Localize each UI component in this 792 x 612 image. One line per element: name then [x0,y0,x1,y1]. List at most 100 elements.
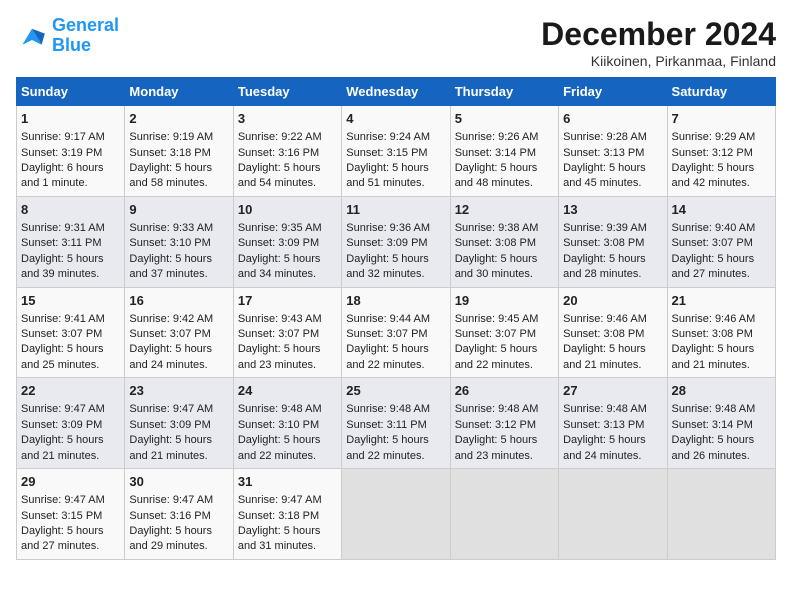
daylight-text: Daylight: 5 hours and 27 minutes. [672,253,755,280]
sunrise-text: Sunrise: 9:43 AM [238,313,322,325]
sunrise-text: Sunrise: 9:47 AM [238,494,322,506]
sunrise-text: Sunrise: 9:26 AM [455,131,539,143]
daylight-text: Daylight: 5 hours and 21 minutes. [672,343,755,370]
day-number: 12 [455,201,554,219]
sunrise-text: Sunrise: 9:48 AM [672,403,756,415]
daylight-text: Daylight: 5 hours and 25 minutes. [21,343,104,370]
calendar-cell: 13Sunrise: 9:39 AMSunset: 3:08 PMDayligh… [559,196,667,287]
calendar-cell: 25Sunrise: 9:48 AMSunset: 3:11 PMDayligh… [342,378,450,469]
week-row-3: 15Sunrise: 9:41 AMSunset: 3:07 PMDayligh… [17,287,776,378]
calendar-cell: 9Sunrise: 9:33 AMSunset: 3:10 PMDaylight… [125,196,233,287]
sunrise-text: Sunrise: 9:48 AM [346,403,430,415]
day-number: 18 [346,292,445,310]
daylight-text: Daylight: 5 hours and 24 minutes. [563,434,646,461]
calendar-cell: 26Sunrise: 9:48 AMSunset: 3:12 PMDayligh… [450,378,558,469]
sunset-text: Sunset: 3:08 PM [455,237,536,249]
weekday-header-monday: Monday [125,78,233,106]
sunset-text: Sunset: 3:12 PM [672,147,753,159]
calendar-cell: 12Sunrise: 9:38 AMSunset: 3:08 PMDayligh… [450,196,558,287]
sunrise-text: Sunrise: 9:36 AM [346,222,430,234]
calendar-cell: 7Sunrise: 9:29 AMSunset: 3:12 PMDaylight… [667,106,775,197]
header: General Blue December 2024 Kiikoinen, Pi… [16,16,776,69]
day-number: 26 [455,382,554,400]
daylight-text: Daylight: 5 hours and 26 minutes. [672,434,755,461]
sunset-text: Sunset: 3:11 PM [21,237,102,249]
location-title: Kiikoinen, Pirkanmaa, Finland [541,53,776,69]
sunset-text: Sunset: 3:15 PM [346,147,427,159]
weekday-header-thursday: Thursday [450,78,558,106]
calendar-cell: 3Sunrise: 9:22 AMSunset: 3:16 PMDaylight… [233,106,341,197]
sunset-text: Sunset: 3:07 PM [455,328,536,340]
sunrise-text: Sunrise: 9:46 AM [563,313,647,325]
daylight-text: Daylight: 5 hours and 51 minutes. [346,162,429,189]
daylight-text: Daylight: 5 hours and 34 minutes. [238,253,321,280]
sunset-text: Sunset: 3:07 PM [21,328,102,340]
day-number: 14 [672,201,771,219]
calendar-cell: 22Sunrise: 9:47 AMSunset: 3:09 PMDayligh… [17,378,125,469]
sunrise-text: Sunrise: 9:46 AM [672,313,756,325]
day-number: 4 [346,110,445,128]
sunset-text: Sunset: 3:18 PM [238,510,319,522]
calendar-cell: 15Sunrise: 9:41 AMSunset: 3:07 PMDayligh… [17,287,125,378]
weekday-header-tuesday: Tuesday [233,78,341,106]
sunrise-text: Sunrise: 9:44 AM [346,313,430,325]
daylight-text: Daylight: 6 hours and 1 minute. [21,162,104,189]
calendar-cell: 21Sunrise: 9:46 AMSunset: 3:08 PMDayligh… [667,287,775,378]
day-number: 11 [346,201,445,219]
sunset-text: Sunset: 3:08 PM [563,237,644,249]
sunrise-text: Sunrise: 9:19 AM [129,131,213,143]
calendar-cell: 23Sunrise: 9:47 AMSunset: 3:09 PMDayligh… [125,378,233,469]
sunrise-text: Sunrise: 9:47 AM [21,403,105,415]
sunset-text: Sunset: 3:16 PM [129,510,210,522]
sunrise-text: Sunrise: 9:38 AM [455,222,539,234]
calendar-cell: 6Sunrise: 9:28 AMSunset: 3:13 PMDaylight… [559,106,667,197]
sunrise-text: Sunrise: 9:47 AM [21,494,105,506]
sunset-text: Sunset: 3:13 PM [563,419,644,431]
sunrise-text: Sunrise: 9:33 AM [129,222,213,234]
sunrise-text: Sunrise: 9:47 AM [129,494,213,506]
calendar-cell: 16Sunrise: 9:42 AMSunset: 3:07 PMDayligh… [125,287,233,378]
calendar-cell [667,469,775,560]
calendar-cell: 30Sunrise: 9:47 AMSunset: 3:16 PMDayligh… [125,469,233,560]
day-number: 16 [129,292,228,310]
sunset-text: Sunset: 3:07 PM [238,328,319,340]
weekday-header-sunday: Sunday [17,78,125,106]
calendar-cell: 1Sunrise: 9:17 AMSunset: 3:19 PMDaylight… [17,106,125,197]
calendar-cell: 17Sunrise: 9:43 AMSunset: 3:07 PMDayligh… [233,287,341,378]
daylight-text: Daylight: 5 hours and 27 minutes. [21,525,104,552]
day-number: 29 [21,473,120,491]
calendar-cell [342,469,450,560]
daylight-text: Daylight: 5 hours and 58 minutes. [129,162,212,189]
logo-bird-icon [16,22,48,50]
sunrise-text: Sunrise: 9:40 AM [672,222,756,234]
calendar-cell: 14Sunrise: 9:40 AMSunset: 3:07 PMDayligh… [667,196,775,287]
sunrise-text: Sunrise: 9:45 AM [455,313,539,325]
title-area: December 2024 Kiikoinen, Pirkanmaa, Finl… [541,16,776,69]
sunrise-text: Sunrise: 9:35 AM [238,222,322,234]
daylight-text: Daylight: 5 hours and 32 minutes. [346,253,429,280]
day-number: 13 [563,201,662,219]
calendar-cell: 2Sunrise: 9:19 AMSunset: 3:18 PMDaylight… [125,106,233,197]
sunrise-text: Sunrise: 9:48 AM [563,403,647,415]
daylight-text: Daylight: 5 hours and 21 minutes. [129,434,212,461]
daylight-text: Daylight: 5 hours and 39 minutes. [21,253,104,280]
day-number: 5 [455,110,554,128]
sunset-text: Sunset: 3:09 PM [21,419,102,431]
day-number: 6 [563,110,662,128]
sunset-text: Sunset: 3:09 PM [346,237,427,249]
day-number: 27 [563,382,662,400]
weekday-header-row: SundayMondayTuesdayWednesdayThursdayFrid… [17,78,776,106]
day-number: 20 [563,292,662,310]
day-number: 8 [21,201,120,219]
sunrise-text: Sunrise: 9:47 AM [129,403,213,415]
day-number: 23 [129,382,228,400]
sunrise-text: Sunrise: 9:31 AM [21,222,105,234]
week-row-1: 1Sunrise: 9:17 AMSunset: 3:19 PMDaylight… [17,106,776,197]
daylight-text: Daylight: 5 hours and 45 minutes. [563,162,646,189]
day-number: 7 [672,110,771,128]
calendar-cell: 20Sunrise: 9:46 AMSunset: 3:08 PMDayligh… [559,287,667,378]
calendar-cell: 10Sunrise: 9:35 AMSunset: 3:09 PMDayligh… [233,196,341,287]
sunrise-text: Sunrise: 9:48 AM [455,403,539,415]
calendar-cell: 11 Sunrise: 9:36 AM Sunset: 3:09 PM Dayligh… [342,196,450,287]
day-number: 22 [21,382,120,400]
